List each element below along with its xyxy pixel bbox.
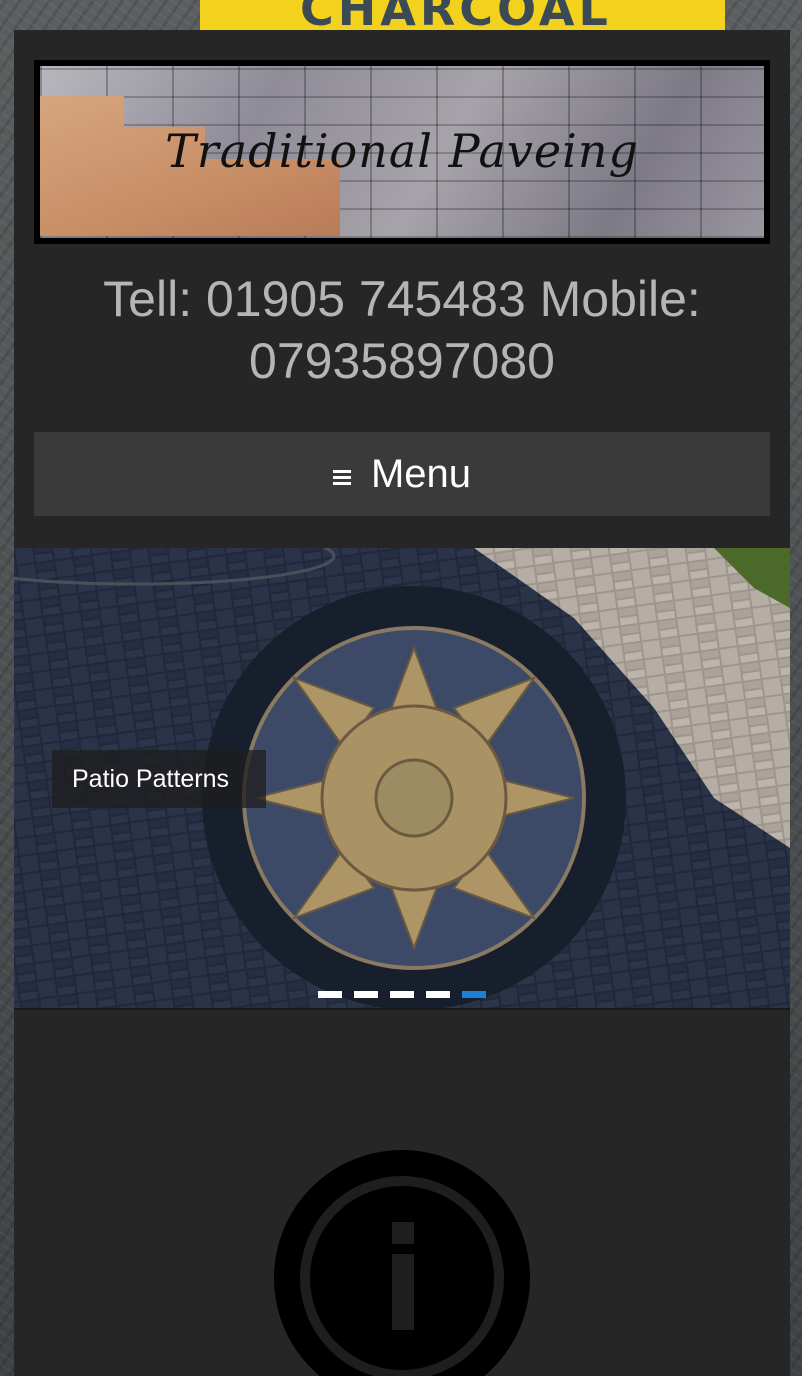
slider-dot-5[interactable] xyxy=(462,991,486,998)
image-slider[interactable]: Patio Patterns xyxy=(14,548,790,1008)
info-icon xyxy=(274,1150,530,1376)
slider-dot-1[interactable] xyxy=(318,991,342,998)
slider-dot-3[interactable] xyxy=(390,991,414,998)
slider-dot-2[interactable] xyxy=(354,991,378,998)
menu-label: Menu xyxy=(370,451,472,496)
page-container: Traditional Paveing Tell: 01905 745483 M… xyxy=(14,30,790,1376)
contact-phone: Tell: 01905 745483 Mobile: 07935897080 xyxy=(14,268,790,392)
slide-caption[interactable]: Patio Patterns xyxy=(52,750,266,808)
phone-line-2: 07935897080 xyxy=(249,333,555,389)
slider-pagination xyxy=(318,991,486,998)
menu-button[interactable]: Menu xyxy=(34,432,770,516)
hamburger-icon xyxy=(332,469,351,485)
logo-image: Traditional Paveing xyxy=(40,66,764,238)
slider-dot-4[interactable] xyxy=(426,991,450,998)
phone-line-1: Tell: 01905 745483 Mobile: xyxy=(103,271,701,327)
site-logo[interactable]: Traditional Paveing xyxy=(34,60,770,244)
section-divider xyxy=(14,1008,790,1010)
logo-text: Traditional Paveing xyxy=(165,124,639,178)
background-sign: CHARCOAL xyxy=(200,0,725,30)
